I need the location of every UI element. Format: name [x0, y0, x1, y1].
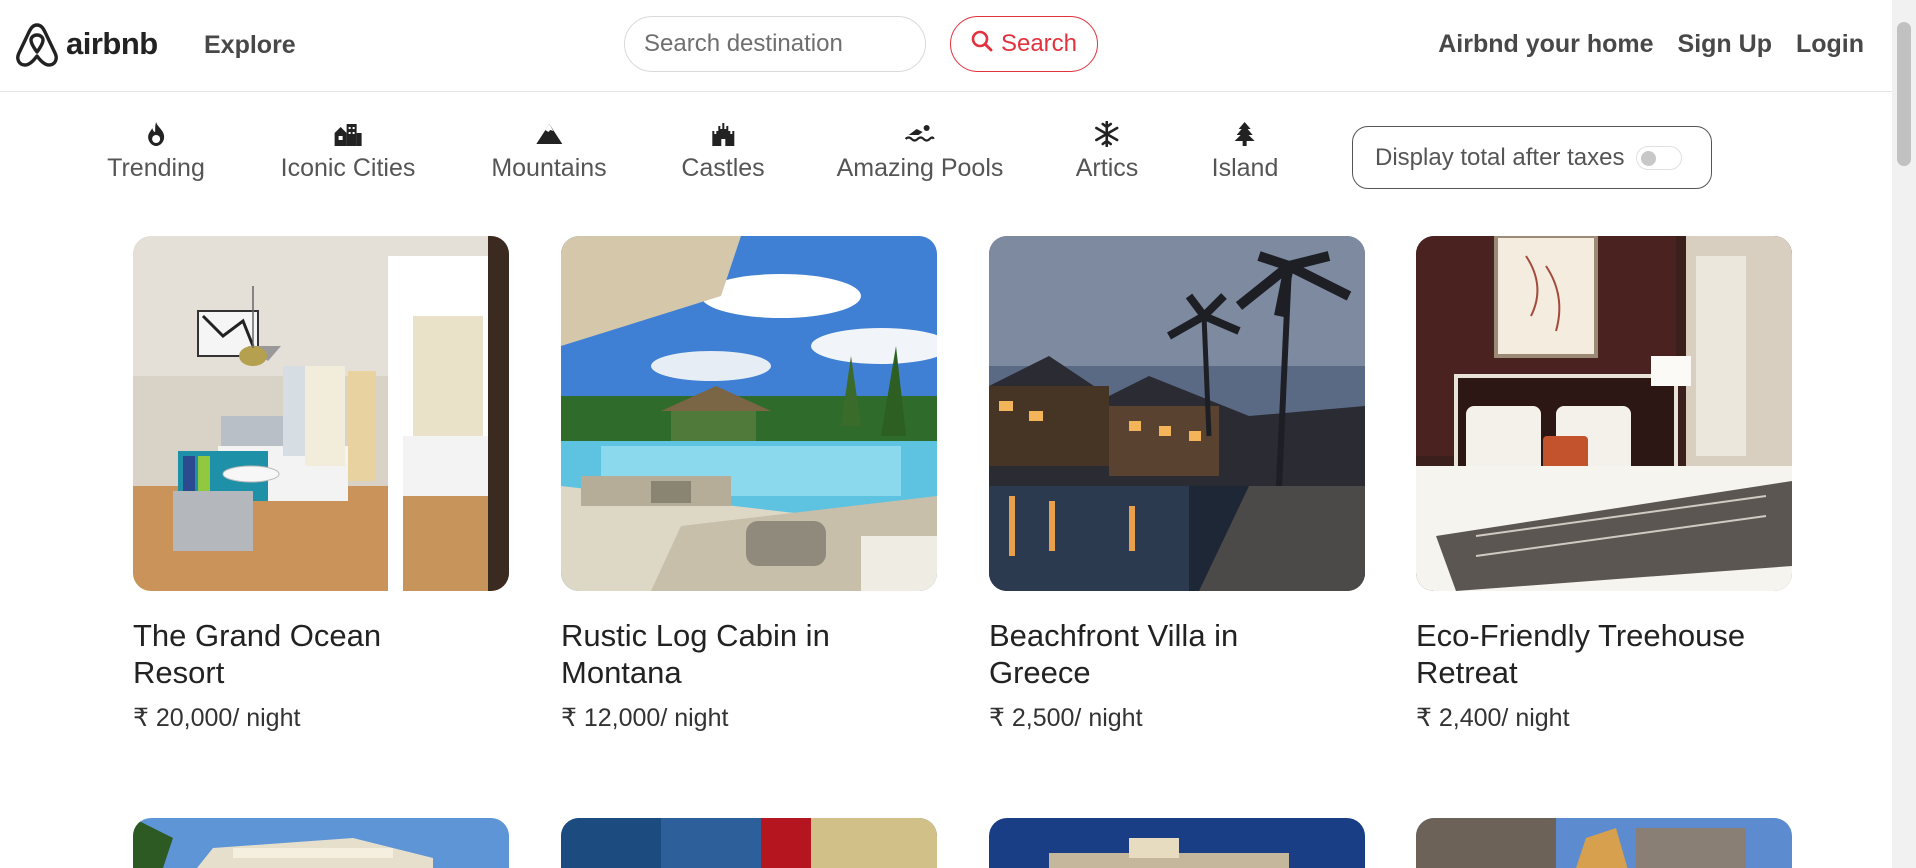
night-villa-pool-photo[interactable]: [989, 236, 1365, 591]
search-input[interactable]: [624, 16, 926, 72]
price-amount: ₹ 2,500: [989, 704, 1075, 732]
nav-links: Airbnd your home Sign Up Login: [1438, 30, 1864, 59]
listing-price: ₹ 2,400/ night: [1416, 703, 1792, 733]
host-home-link[interactable]: Airbnd your home: [1438, 30, 1653, 59]
listing-title[interactable]: Beachfront Villa in Greece: [989, 617, 1319, 691]
category-label: Mountains: [491, 154, 607, 182]
airbnb-logo-icon: [14, 19, 60, 69]
bedroom-photo[interactable]: [1416, 236, 1792, 591]
listing-title[interactable]: Rustic Log Cabin in Montana: [561, 617, 891, 691]
resort-pool-photo[interactable]: [561, 236, 937, 591]
tax-switch[interactable]: [1636, 145, 1683, 170]
price-unit: / night: [1501, 704, 1570, 732]
search-icon: [971, 30, 993, 59]
listing-title[interactable]: The Grand Ocean Resort: [133, 617, 463, 691]
category-castles[interactable]: Castles: [681, 118, 765, 183]
mountain-icon: [535, 118, 563, 150]
listing-card[interactable]: Eco-Friendly Treehouse Retreat ₹ 2,400/ …: [1416, 236, 1792, 733]
airbnb-logo[interactable]: airbnb: [14, 19, 158, 69]
hotel-room-photo[interactable]: [133, 236, 509, 591]
category-label: Castles: [681, 154, 765, 182]
scrollbar-thumb[interactable]: [1897, 22, 1911, 166]
listing-price: ₹ 20,000/ night: [133, 703, 509, 733]
fire-icon: [144, 118, 168, 150]
price-unit: / night: [1074, 704, 1143, 732]
category-trending[interactable]: Trending: [107, 118, 205, 183]
tree-icon: [1233, 118, 1257, 150]
login-link[interactable]: Login: [1796, 30, 1864, 59]
tax-toggle[interactable]: Display total after taxes: [1352, 126, 1712, 189]
category-mountains[interactable]: Mountains: [491, 118, 607, 183]
category-label: Amazing Pools: [836, 154, 1004, 182]
listing-card[interactable]: Rustic Log Cabin in Montana ₹ 12,000/ ni…: [561, 236, 937, 733]
category-artics[interactable]: Artics: [1075, 118, 1139, 183]
swimmer-icon: [905, 118, 935, 150]
price-unit: / night: [232, 704, 301, 732]
listing-card[interactable]: The Grand Ocean Resort ₹ 20,000/ night: [133, 236, 509, 733]
listing-card[interactable]: Beachfront Villa in Greece ₹ 2,500/ nigh…: [989, 236, 1365, 733]
price-amount: ₹ 12,000: [561, 704, 661, 732]
listing-title[interactable]: Eco-Friendly Treehouse Retreat: [1416, 617, 1746, 691]
category-label: Island: [1211, 154, 1279, 182]
vertical-scrollbar[interactable]: [1892, 0, 1916, 868]
category-iconic-cities[interactable]: Iconic Cities: [280, 118, 416, 183]
tax-toggle-label: Display total after taxes: [1375, 143, 1625, 171]
listing-photo-partial[interactable]: [989, 818, 1365, 868]
listing-photo-partial[interactable]: [561, 818, 937, 868]
category-label: Iconic Cities: [280, 154, 416, 182]
price-amount: ₹ 2,400: [1416, 704, 1502, 732]
sign-up-link[interactable]: Sign Up: [1678, 30, 1772, 59]
price-amount: ₹ 20,000: [133, 704, 233, 732]
explore-link[interactable]: Explore: [204, 31, 296, 60]
snowflake-icon: [1094, 118, 1120, 150]
switch-knob: [1641, 150, 1657, 166]
listing-price: ₹ 12,000/ night: [561, 703, 937, 733]
search-button[interactable]: Search: [950, 16, 1098, 72]
category-label: Artics: [1075, 154, 1139, 182]
brand-name: airbnb: [66, 26, 158, 61]
listing-price: ₹ 2,500/ night: [989, 703, 1365, 733]
search-button-label: Search: [1000, 30, 1078, 57]
listing-photo-partial[interactable]: [133, 818, 509, 868]
category-island[interactable]: Island: [1211, 118, 1279, 183]
category-label: Trending: [107, 154, 205, 182]
category-amazing-pools[interactable]: Amazing Pools: [836, 118, 1004, 183]
city-icon: [333, 118, 363, 150]
castle-icon: [710, 118, 736, 150]
price-unit: / night: [660, 704, 729, 732]
navbar: airbnb Explore Search Airbnd your home S…: [0, 0, 1892, 92]
listing-photo-partial[interactable]: [1416, 818, 1792, 868]
